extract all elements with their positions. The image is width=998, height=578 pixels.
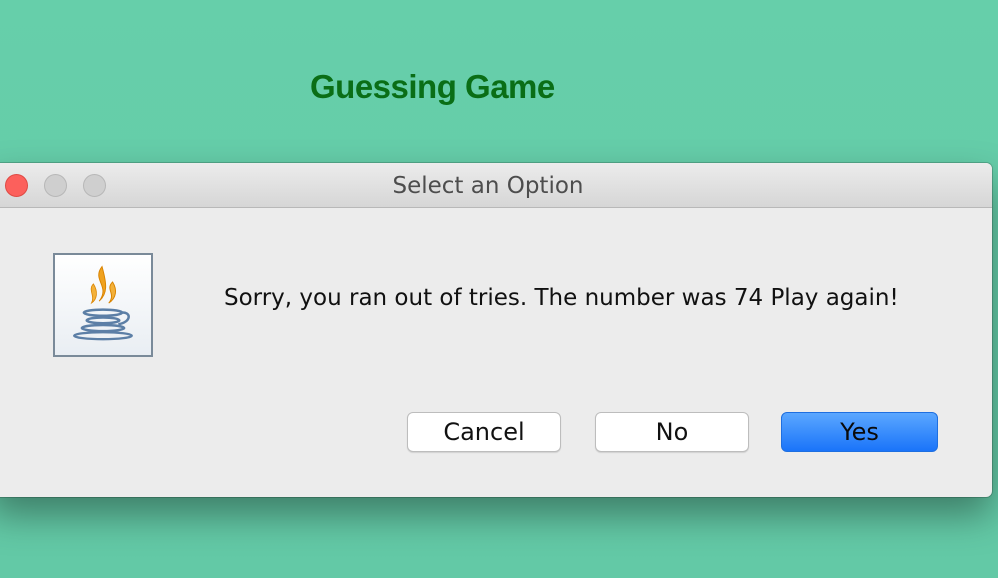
dialog-title-bar[interactable]: Select an Option	[0, 163, 992, 208]
yes-button[interactable]: Yes	[781, 412, 938, 452]
java-coffee-cup-icon	[53, 253, 153, 357]
dialog-message: Sorry, you ran out of tries. The number …	[224, 285, 899, 311]
dialog-title: Select an Option	[392, 173, 584, 199]
no-button[interactable]: No	[595, 412, 749, 452]
option-dialog: Select an Option Sorry, you ran out of t…	[0, 163, 992, 497]
cancel-button[interactable]: Cancel	[407, 412, 561, 452]
app-title: Guessing Game	[310, 68, 555, 105]
